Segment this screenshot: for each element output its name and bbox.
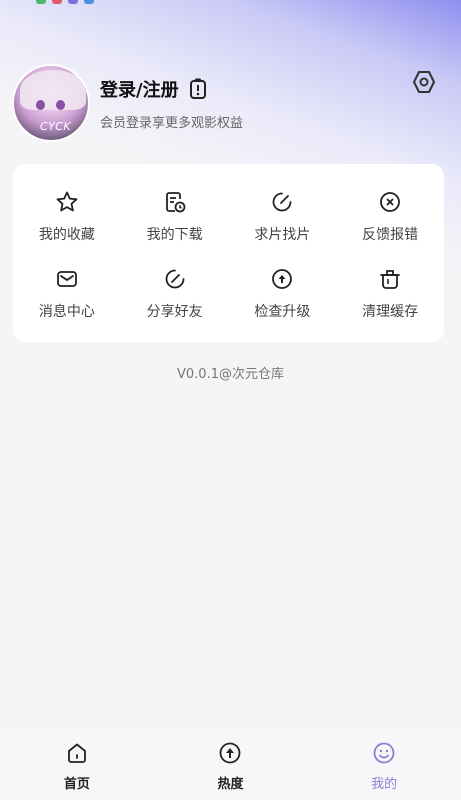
edit-circle-icon bbox=[273, 192, 292, 211]
tab-label: 我的 bbox=[371, 777, 398, 792]
download-doc-icon bbox=[165, 191, 186, 212]
avatar-watermark: CYCK bbox=[40, 120, 72, 133]
menu-downloads[interactable]: 我的下载 bbox=[121, 178, 229, 255]
avatar[interactable]: CYCK bbox=[12, 64, 90, 142]
close-circle-icon bbox=[380, 191, 401, 212]
menu-feedback[interactable]: 反馈报错 bbox=[336, 178, 444, 255]
tab-label: 首页 bbox=[63, 777, 90, 792]
tab-mine[interactable]: 我的 bbox=[334, 741, 434, 792]
trash-icon bbox=[380, 269, 401, 289]
menu-label: 检查升级 bbox=[254, 303, 311, 320]
upgrade-icon bbox=[272, 268, 293, 289]
menu-favorites[interactable]: 我的收藏 bbox=[13, 178, 121, 255]
home-icon bbox=[67, 743, 86, 763]
menu-label: 分享好友 bbox=[146, 303, 203, 320]
vip-badge-icon bbox=[189, 78, 206, 99]
menu-clear-cache[interactable]: 清理缓存 bbox=[336, 255, 444, 332]
menu-label: 消息中心 bbox=[38, 303, 95, 320]
mail-icon bbox=[56, 270, 77, 287]
menu-label: 我的下载 bbox=[146, 226, 203, 243]
menu-upgrade[interactable]: 检查升级 bbox=[229, 255, 337, 332]
profile-subtitle: 会员登录享更多观影权益 bbox=[100, 115, 244, 131]
menu-label: 反馈报错 bbox=[362, 226, 419, 243]
function-grid: 我的收藏 我的下载 求片找片 反馈报错 消息中心 分享好友 检查升级 清理缓存 bbox=[13, 164, 444, 342]
menu-label: 我的收藏 bbox=[38, 226, 95, 243]
menu-request[interactable]: 求片找片 bbox=[229, 178, 337, 255]
menu-label: 清理缓存 bbox=[362, 303, 419, 320]
bottom-tab-bar: 首页 热度 我的 bbox=[0, 733, 461, 800]
profile-section[interactable]: CYCK 登录/注册 会员登录享更多观影权益 bbox=[12, 64, 243, 142]
menu-messages[interactable]: 消息中心 bbox=[13, 255, 121, 332]
tab-label: 热度 bbox=[217, 777, 244, 792]
tab-home[interactable]: 首页 bbox=[27, 741, 127, 792]
status-bar-icons bbox=[36, 0, 94, 4]
settings-icon[interactable] bbox=[412, 70, 436, 94]
smile-icon bbox=[373, 742, 395, 764]
tab-trending[interactable]: 热度 bbox=[180, 741, 280, 792]
star-icon bbox=[56, 191, 78, 211]
menu-label: 求片找片 bbox=[254, 226, 311, 243]
menu-share[interactable]: 分享好友 bbox=[121, 255, 229, 332]
login-register-link[interactable]: 登录/注册 bbox=[100, 76, 179, 102]
trending-icon bbox=[220, 742, 241, 764]
share-edit-icon bbox=[165, 269, 185, 288]
version-text: V0.0.1@次元仓库 bbox=[177, 367, 284, 382]
